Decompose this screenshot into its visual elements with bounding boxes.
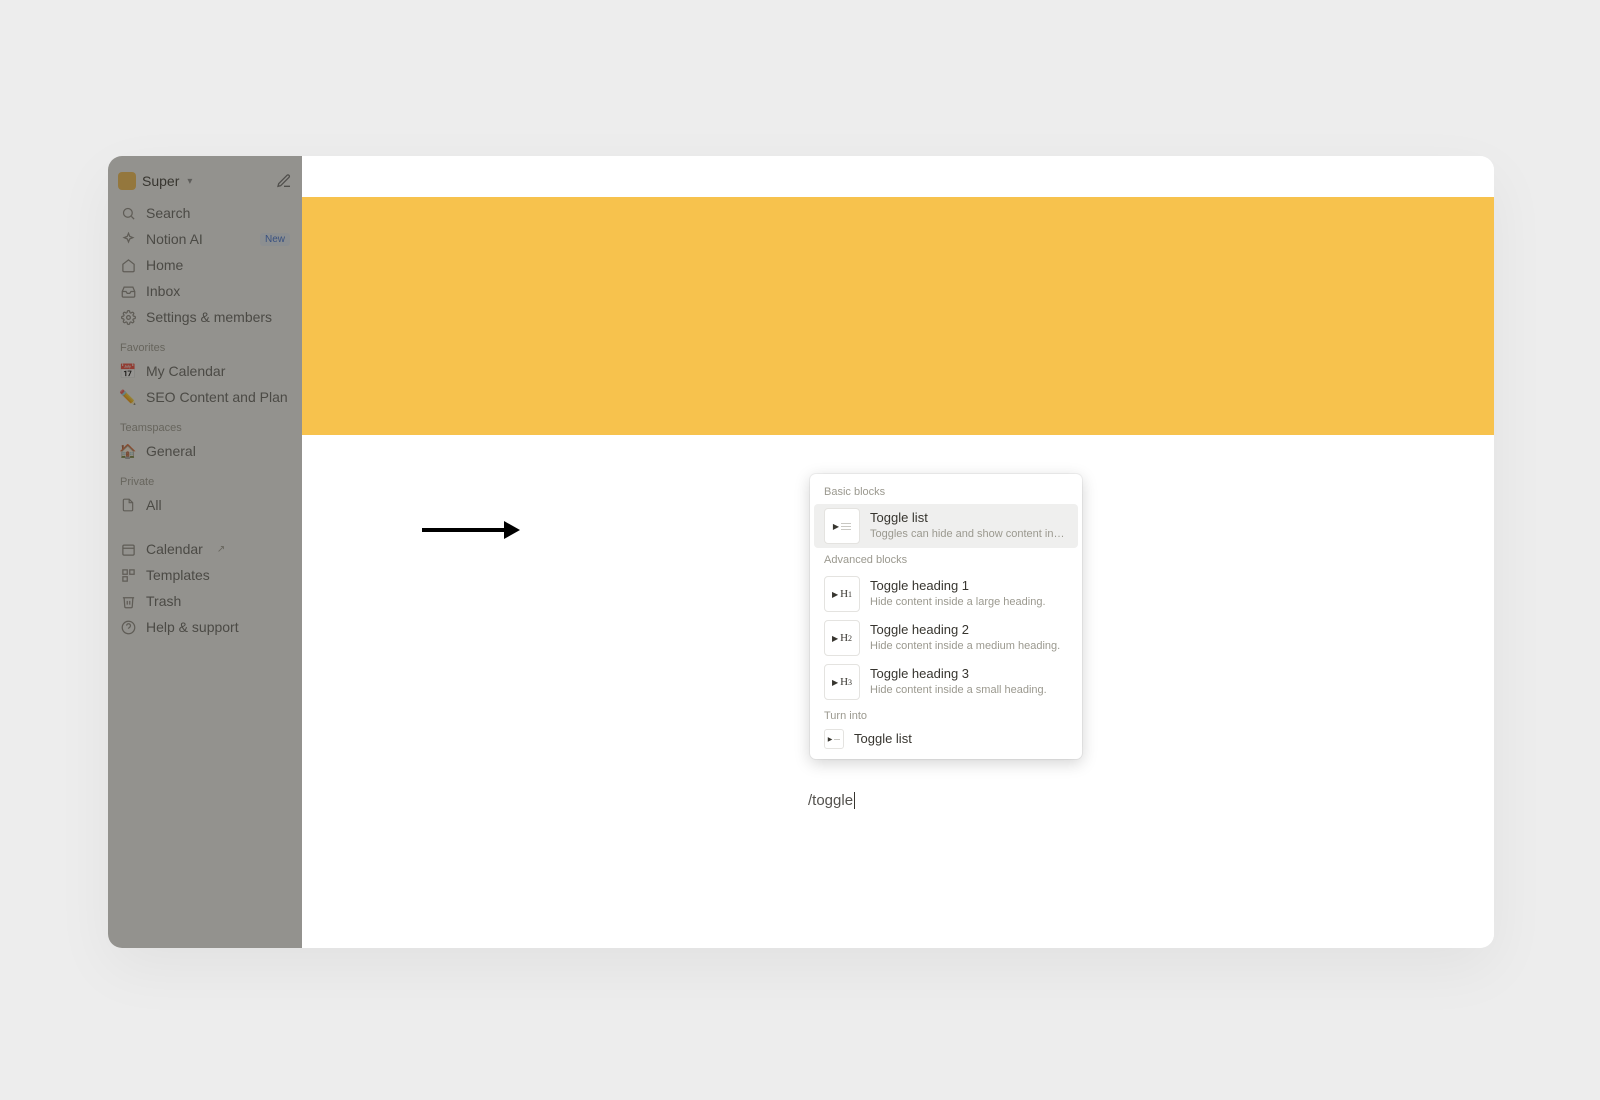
toggle-h2-icon: ▶H2 <box>824 620 860 656</box>
sidebar-item-notion-ai[interactable]: Notion AI New <box>108 226 302 252</box>
chevron-down-icon: ▾ <box>187 176 192 187</box>
menu-item-title: Toggle heading 2 <box>870 622 1060 639</box>
menu-item-subtitle: Hide content inside a large heading. <box>870 595 1046 609</box>
gear-icon <box>120 309 136 325</box>
app-window: Super ▾ Search Notion AI New Home Inbox … <box>108 156 1494 948</box>
external-link-icon: ↗ <box>217 544 225 555</box>
sidebar-item-calendar[interactable]: Calendar ↗ <box>108 536 302 562</box>
favorites-section-label: Favorites <box>108 330 302 358</box>
menu-item-toggle-list[interactable]: ▶ Toggle list Toggles can hide and show … <box>814 504 1078 548</box>
slash-command-input[interactable]: /toggle <box>808 792 855 809</box>
sidebar-private-item[interactable]: All <box>108 492 302 518</box>
sidebar-teamspace-item[interactable]: 🏠 General <box>108 438 302 464</box>
sidebar-item-label: Settings & members <box>146 309 272 325</box>
sidebar-item-label: General <box>146 443 196 459</box>
compose-icon[interactable] <box>276 173 292 189</box>
sidebar-favorite-item[interactable]: 📅 My Calendar <box>108 358 302 384</box>
sidebar-item-label: My Calendar <box>146 363 225 379</box>
main-content: n pages /toggle Basic blocks ▶ Toggle li… <box>302 156 1494 948</box>
teamspace-emoji: 🏠 <box>120 443 136 459</box>
menu-item-title: Toggle heading 1 <box>870 578 1046 595</box>
help-icon <box>120 619 136 635</box>
menu-item-title: Toggle heading 3 <box>870 666 1047 683</box>
menu-section-basic: Basic blocks <box>810 480 1082 504</box>
sidebar-item-label: Notion AI <box>146 231 203 247</box>
sparkle-icon <box>120 231 136 247</box>
page-cover[interactable] <box>302 197 1494 435</box>
sidebar-item-label: Home <box>146 257 183 273</box>
menu-item-title: Toggle list <box>870 510 1066 527</box>
sidebar-item-label: Calendar <box>146 541 203 557</box>
menu-item-toggle-h3[interactable]: ▶H3 Toggle heading 3 Hide content inside… <box>814 660 1078 704</box>
sidebar-item-home[interactable]: Home <box>108 252 302 278</box>
menu-section-advanced: Advanced blocks <box>810 548 1082 572</box>
private-section-label: Private <box>108 464 302 492</box>
slash-command-menu: Basic blocks ▶ Toggle list Toggles can h… <box>810 474 1082 759</box>
search-icon <box>120 205 136 221</box>
sidebar-favorite-item[interactable]: ✏️ SEO Content and Plan <box>108 384 302 410</box>
workspace-switcher[interactable]: Super ▾ <box>108 166 302 200</box>
sidebar-item-label: Trash <box>146 593 181 609</box>
teamspaces-section-label: Teamspaces <box>108 410 302 438</box>
sidebar-item-label: Search <box>146 205 190 221</box>
home-icon <box>120 257 136 273</box>
page-emoji: 📅 <box>120 363 136 379</box>
sidebar-item-label: Help & support <box>146 619 239 635</box>
sidebar-item-search[interactable]: Search <box>108 200 302 226</box>
toggle-h1-icon: ▶H1 <box>824 576 860 612</box>
inbox-icon <box>120 283 136 299</box>
menu-item-subtitle: Hide content inside a small heading. <box>870 683 1047 697</box>
new-badge: New <box>260 233 290 246</box>
sidebar-item-settings[interactable]: Settings & members <box>108 304 302 330</box>
toggle-list-icon: ▶ <box>824 508 860 544</box>
menu-item-toggle-h2[interactable]: ▶H2 Toggle heading 2 Hide content inside… <box>814 616 1078 660</box>
menu-item-subtitle: Toggles can hide and show content insi… <box>870 527 1066 541</box>
menu-item-turninto-toggle[interactable]: ▶ Toggle list <box>814 728 1078 753</box>
templates-icon <box>120 567 136 583</box>
sidebar-item-templates[interactable]: Templates <box>108 562 302 588</box>
sidebar-item-label: SEO Content and Plan <box>146 389 288 405</box>
toggle-h3-icon: ▶H3 <box>824 664 860 700</box>
sidebar-item-trash[interactable]: Trash <box>108 588 302 614</box>
page-emoji: ✏️ <box>120 389 136 405</box>
menu-item-toggle-h1[interactable]: ▶H1 Toggle heading 1 Hide content inside… <box>814 572 1078 616</box>
sidebar-item-label: Inbox <box>146 283 180 299</box>
page-icon <box>120 497 136 513</box>
toggle-small-icon: ▶ <box>824 729 844 749</box>
trash-icon <box>120 593 136 609</box>
workspace-icon <box>118 172 136 190</box>
menu-section-turninto: Turn into <box>810 704 1082 728</box>
sidebar-item-label: All <box>146 497 162 513</box>
menu-item-subtitle: Hide content inside a medium heading. <box>870 639 1060 653</box>
sidebar-item-label: Templates <box>146 567 210 583</box>
sidebar-item-inbox[interactable]: Inbox <box>108 278 302 304</box>
sidebar: Super ▾ Search Notion AI New Home Inbox … <box>108 156 302 948</box>
menu-item-title: Toggle list <box>854 731 912 748</box>
sidebar-item-help[interactable]: Help & support <box>108 614 302 640</box>
calendar-icon <box>120 541 136 557</box>
workspace-name: Super <box>142 173 179 189</box>
